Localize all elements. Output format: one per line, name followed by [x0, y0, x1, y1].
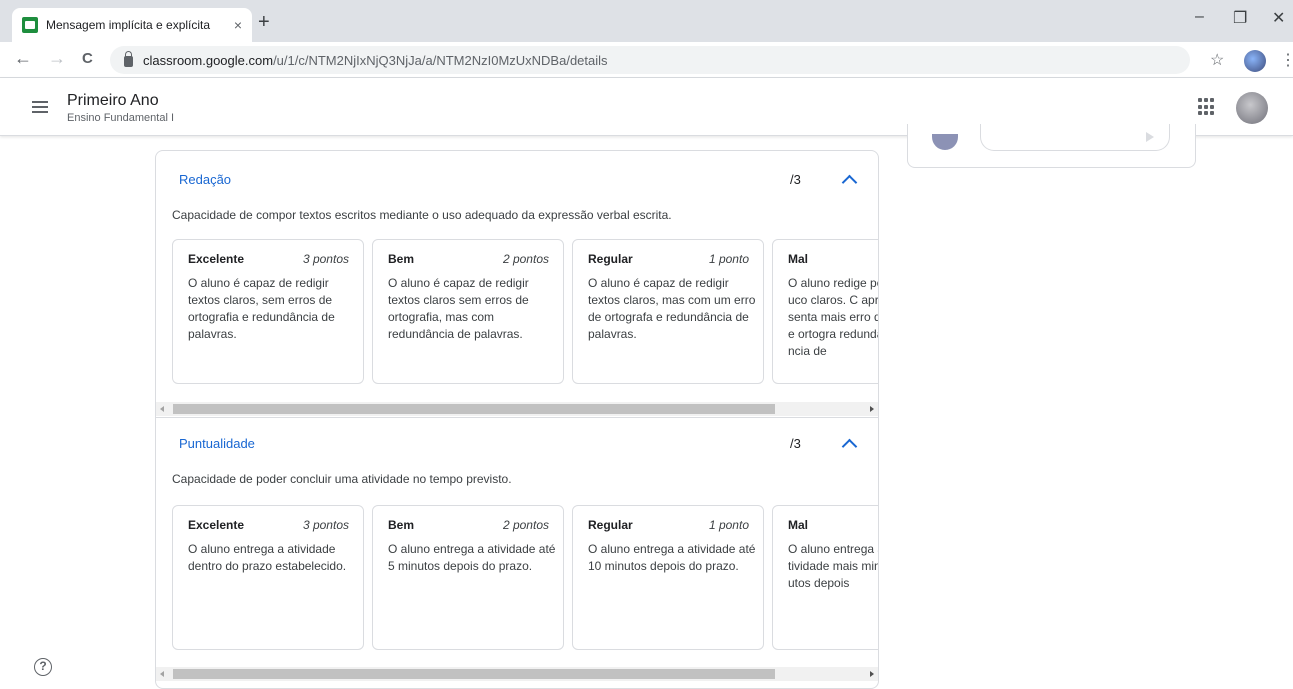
criterion-description: Capacidade de compor textos escritos med… — [172, 208, 672, 222]
classroom-favicon-icon — [22, 17, 38, 33]
level-description: O aluno entrega a atividade dentro do pr… — [188, 542, 347, 573]
browser-tab-strip: Mensagem implícita e explícita × + – ❐ ✕ — [0, 0, 1293, 42]
user-avatar[interactable] — [1236, 92, 1268, 124]
browser-tab[interactable]: Mensagem implícita e explícita × — [12, 8, 252, 42]
horizontal-scrollbar[interactable] — [156, 667, 878, 681]
scroll-left-arrow-icon[interactable] — [160, 406, 164, 412]
window-close-button[interactable]: ✕ — [1272, 8, 1285, 28]
rubric-criterion: Redação /3 Capacidade de compor textos e… — [156, 151, 878, 419]
level-description: O aluno entrega a atividade até 10 minut… — [588, 542, 756, 573]
scrollbar-thumb[interactable] — [173, 669, 775, 679]
level-points: 3 pontos — [302, 518, 349, 532]
rubric-level[interactable]: Bem 2 pontos O aluno entrega a atividade… — [372, 505, 564, 650]
back-button[interactable]: ← — [14, 48, 32, 69]
browser-profile-avatar[interactable] — [1244, 50, 1266, 72]
level-description: O aluno entrega a atividade até 5 minuto… — [388, 542, 556, 573]
level-points: 2 pontos — [502, 518, 549, 532]
rubric-level[interactable]: Mal O aluno entrega atividade mais minut… — [772, 505, 878, 650]
level-description: O aluno é capaz de redigir textos claros… — [588, 276, 756, 341]
level-name: Regular — [588, 518, 633, 532]
rubric-level[interactable]: Bem 2 pontos O aluno é capaz de redigir … — [372, 239, 564, 384]
level-description: O aluno é capaz de redigir textos claros… — [388, 276, 529, 341]
level-name: Mal — [788, 518, 809, 532]
level-name: Bem — [388, 252, 415, 266]
rubric-levels: Excelente 3 pontos O aluno é capaz de re… — [172, 239, 878, 384]
scroll-right-arrow-icon[interactable] — [870, 671, 874, 677]
horizontal-scrollbar[interactable] — [156, 402, 878, 416]
url-host: classroom.google.com — [143, 52, 274, 68]
rubric-panel: Redação /3 Capacidade de compor textos e… — [155, 150, 879, 689]
browser-menu-icon[interactable]: ⋮ — [1280, 50, 1293, 70]
browser-toolbar: ← → C classroom.google.com/u/1/c/NTM2NjI… — [0, 42, 1293, 78]
rubric-levels: Excelente 3 pontos O aluno entrega a ati… — [172, 505, 878, 650]
rubric-level[interactable]: Regular 1 ponto O aluno entrega a ativid… — [572, 505, 764, 650]
comments-card — [907, 124, 1196, 168]
criterion-title: Redação — [179, 172, 232, 187]
help-icon[interactable]: ? — [34, 658, 52, 676]
minimize-button[interactable]: – — [1195, 8, 1204, 26]
level-description: O aluno é capaz de redigir textos claros… — [188, 276, 335, 341]
level-points: 1 ponto — [708, 518, 749, 532]
level-name: Mal — [788, 252, 809, 266]
rubric-level[interactable]: Excelente 3 pontos O aluno entrega a ati… — [172, 505, 364, 650]
criterion-score: /3 — [790, 172, 801, 187]
rubric-level[interactable]: Mal O aluno redige pouco claros. C apres… — [772, 239, 878, 384]
rubric-level[interactable]: Regular 1 ponto O aluno é capaz de redig… — [572, 239, 764, 384]
level-description: O aluno redige pouco claros. C apresenta… — [788, 276, 878, 358]
commenter-avatar — [932, 134, 958, 150]
bookmark-star-icon[interactable]: ☆ — [1210, 50, 1224, 70]
level-description: O aluno entrega atividade mais minutos d… — [788, 542, 878, 590]
scroll-left-arrow-icon[interactable] — [160, 671, 164, 677]
scrollbar-thumb[interactable] — [173, 404, 775, 414]
criterion-divider — [156, 417, 878, 418]
rubric-level[interactable]: Excelente 3 pontos O aluno é capaz de re… — [172, 239, 364, 384]
class-section: Ensino Fundamental I — [67, 112, 175, 124]
level-points: 2 pontos — [502, 252, 549, 266]
level-points: 1 ponto — [708, 252, 749, 266]
criterion-description: Capacidade de poder concluir uma ativida… — [172, 472, 512, 486]
forward-button[interactable]: → — [48, 48, 66, 69]
google-apps-icon[interactable] — [1198, 98, 1216, 116]
send-icon[interactable] — [1146, 132, 1154, 142]
level-points: 3 pontos — [302, 252, 349, 266]
level-name: Bem — [388, 518, 415, 532]
level-name: Excelente — [188, 518, 245, 532]
level-name: Excelente — [188, 252, 245, 266]
collapse-chevron-icon[interactable] — [841, 438, 858, 455]
tab-close-icon[interactable]: × — [234, 17, 242, 33]
restore-button[interactable]: ❐ — [1233, 8, 1247, 28]
lock-icon — [124, 50, 133, 67]
criterion-score: /3 — [790, 436, 801, 451]
main-menu-icon[interactable] — [32, 101, 48, 113]
class-name[interactable]: Primeiro Ano — [67, 92, 159, 110]
url-path: /u/1/c/NTM2NjIxNjQ3NjJa/a/NTM2NzI0MzUxND… — [273, 52, 608, 68]
new-tab-button[interactable]: + — [258, 12, 270, 32]
rubric-criterion: Puntualidade /3 Capacidade de poder conc… — [156, 419, 878, 688]
collapse-chevron-icon[interactable] — [841, 174, 858, 191]
criterion-title: Puntualidade — [179, 436, 255, 451]
tab-title: Mensagem implícita e explícita — [46, 18, 211, 32]
comment-input[interactable] — [980, 124, 1170, 151]
scroll-right-arrow-icon[interactable] — [870, 406, 874, 412]
address-bar[interactable]: classroom.google.com/u/1/c/NTM2NjIxNjQ3N… — [110, 46, 1190, 74]
reload-button[interactable]: C — [82, 50, 93, 67]
level-name: Regular — [588, 252, 633, 266]
